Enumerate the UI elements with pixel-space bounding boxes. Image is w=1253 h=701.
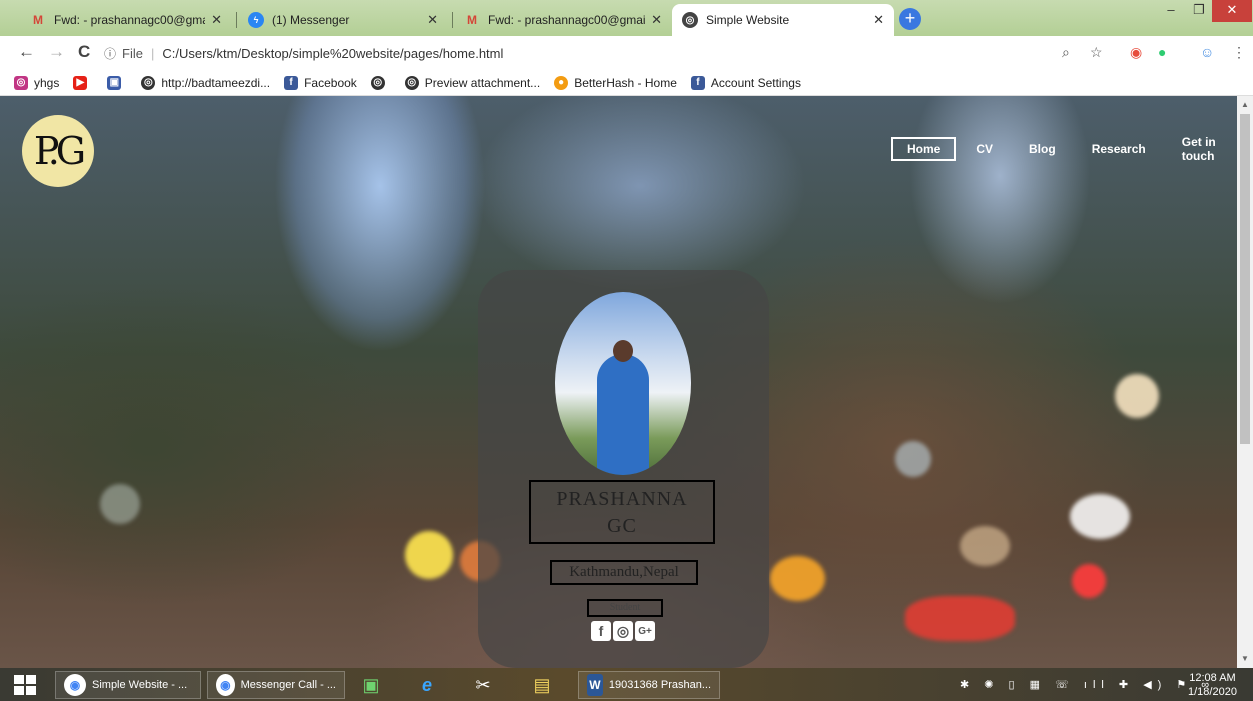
nav-blog[interactable]: Blog — [1013, 137, 1072, 161]
store-icon[interactable]: ▣ — [356, 672, 386, 698]
menu-icon[interactable]: ⋮ — [1232, 44, 1246, 61]
globe-icon: ◎ — [141, 75, 156, 90]
back-icon[interactable]: ← — [18, 42, 35, 62]
screen: M Fwd: - prashannagc00@gmail.co ✕ ϟ (1) … — [0, 0, 1253, 701]
globe-icon: ◎ — [682, 12, 698, 28]
zoom-icon[interactable]: ⌕ — [1062, 44, 1070, 61]
star-icon[interactable]: ☆ — [1090, 44, 1103, 61]
bookmark-youtube[interactable]: ▶ — [73, 75, 93, 90]
file-explorer-icon[interactable]: ▤ — [527, 672, 557, 698]
close-icon[interactable]: ✕ — [211, 12, 222, 28]
address-bar[interactable]: ⓘ File | C:/Users/ktm/Desktop/simple%20w… — [104, 40, 1104, 66]
bookmark-betterhash[interactable]: ● BetterHash - Home — [554, 75, 677, 90]
facebook-icon: f — [690, 75, 705, 90]
profile-role: Student — [587, 599, 663, 617]
taskbar: ◉ Simple Website - ... ◉ Messenger Call … — [0, 668, 1253, 701]
word-icon: W — [587, 674, 603, 696]
forward-icon[interactable]: → — [48, 42, 65, 62]
restore-icon[interactable]: ❐ — [1186, 0, 1212, 22]
globe-icon: ◎ — [370, 75, 385, 90]
scroll-down-icon[interactable]: ▼ — [1241, 654, 1249, 663]
profile-photo — [555, 292, 691, 475]
bookmark-preview[interactable]: ◎ Preview attachment... — [404, 75, 540, 90]
tab-gmail-1[interactable]: M Fwd: - prashannagc00@gmail.co ✕ — [20, 4, 232, 36]
tab-strip: M Fwd: - prashannagc00@gmail.co ✕ ϟ (1) … — [0, 0, 1253, 36]
site-nav: Home CV Blog Research Get in touch — [891, 130, 1237, 168]
messenger-icon: ϟ — [248, 12, 264, 28]
gmail-icon: M — [467, 13, 477, 27]
chrome-icon: ◉ — [216, 674, 235, 696]
minimize-icon[interactable]: – — [1156, 0, 1186, 22]
tab-title: (1) Messenger — [272, 13, 350, 27]
browser-toolbar: ← → C ⓘ File | C:/Users/ktm/Desktop/simp… — [0, 36, 1253, 70]
window-close-icon[interactable]: ✕ — [1212, 0, 1252, 22]
bookmark-app[interactable]: ▣ — [107, 75, 127, 90]
tab-simple-website[interactable]: ◎ Simple Website ✕ — [672, 4, 894, 36]
system-tray[interactable]: ✱ ✺ ▯ ▦ ☏ ıll ✚ ◀) ⚑ ∞ — [960, 678, 1215, 691]
facebook-icon: f — [284, 75, 299, 90]
bookmark-facebook[interactable]: f Facebook — [284, 75, 357, 90]
google-plus-icon[interactable]: G+ — [635, 621, 655, 641]
taskbar-item-simple-website[interactable]: ◉ Simple Website - ... — [55, 671, 201, 699]
extension-record-icon[interactable]: ◉ — [1130, 44, 1142, 61]
address-url: C:/Users/ktm/Desktop/simple%20website/pa… — [162, 45, 504, 61]
info-icon[interactable]: ⓘ — [104, 45, 116, 62]
scrollbar-thumb[interactable] — [1240, 114, 1250, 444]
clock[interactable]: 12:08 AM 1/18/2020 — [1188, 671, 1237, 699]
nav-home[interactable]: Home — [891, 137, 957, 161]
site-logo[interactable]: P.G — [22, 115, 94, 187]
snipping-tool-icon[interactable]: ✂ — [468, 672, 498, 698]
bookmark-badtameezdil[interactable]: ◎ http://badtameezdi... — [141, 75, 270, 90]
tab-title: Simple Website — [706, 13, 790, 27]
tab-title: Fwd: - prashannagc00@gmail.co — [54, 13, 205, 27]
social-links: f ◎ G+ — [591, 621, 657, 641]
windows-start-icon[interactable] — [14, 675, 36, 695]
bookmarks-bar: ◎ yhgs ▶ ▣ ◎ http://badtameezdi... f Fac… — [0, 70, 1253, 96]
nav-cv[interactable]: CV — [960, 137, 1009, 161]
profile-location: Kathmandu,Nepal — [550, 560, 698, 585]
bookmark-yhgs[interactable]: ◎ yhgs — [14, 75, 59, 90]
tab-gmail-2[interactable]: M Fwd: - prashannagc00@gmail.co ✕ — [454, 4, 672, 36]
youtube-icon: ▶ — [73, 75, 88, 90]
instagram-icon[interactable]: ◎ — [613, 621, 633, 641]
new-tab-button[interactable]: + — [899, 8, 921, 30]
grammarly-icon[interactable]: ● — [1158, 44, 1166, 60]
close-icon[interactable]: ✕ — [427, 12, 438, 28]
gmail-icon: M — [33, 13, 43, 27]
internet-explorer-icon[interactable]: e — [412, 672, 442, 698]
close-icon[interactable]: ✕ — [651, 12, 662, 28]
betterhash-icon: ● — [554, 75, 569, 90]
bookmark-account-settings[interactable]: f Account Settings — [690, 75, 801, 90]
tab-messenger[interactable]: ϟ (1) Messenger ✕ — [238, 4, 448, 36]
profile-name: PRASHANNA GC — [529, 480, 715, 544]
profile-card: PRASHANNA GC Kathmandu,Nepal Student f ◎… — [478, 270, 769, 668]
address-scheme: File — [122, 45, 143, 61]
reload-icon[interactable]: C — [78, 42, 90, 62]
bookmark-globe[interactable]: ◎ — [370, 75, 391, 90]
globe-icon: ◎ — [404, 75, 419, 90]
scroll-up-icon[interactable]: ▲ — [1241, 100, 1249, 109]
page-scrollbar[interactable]: ▲ ▼ — [1237, 96, 1253, 668]
page-viewport: P.G Home CV Blog Research Get in touch P… — [0, 96, 1237, 668]
nav-get-in-touch[interactable]: Get in touch — [1166, 130, 1233, 168]
nav-research[interactable]: Research — [1076, 137, 1162, 161]
tab-title: Fwd: - prashannagc00@gmail.co — [488, 13, 646, 27]
chrome-icon: ◉ — [64, 674, 86, 696]
close-icon[interactable]: ✕ — [873, 12, 884, 28]
instagram-icon: ◎ — [14, 75, 28, 90]
taskbar-item-messenger-call[interactable]: ◉ Messenger Call - ... — [207, 671, 345, 699]
taskbar-item-word[interactable]: W 19031368 Prashan... — [578, 671, 720, 699]
facebook-icon[interactable]: f — [591, 621, 611, 641]
profile-icon[interactable]: ☺ — [1200, 44, 1214, 60]
bookmark-app-icon: ▣ — [107, 75, 122, 90]
